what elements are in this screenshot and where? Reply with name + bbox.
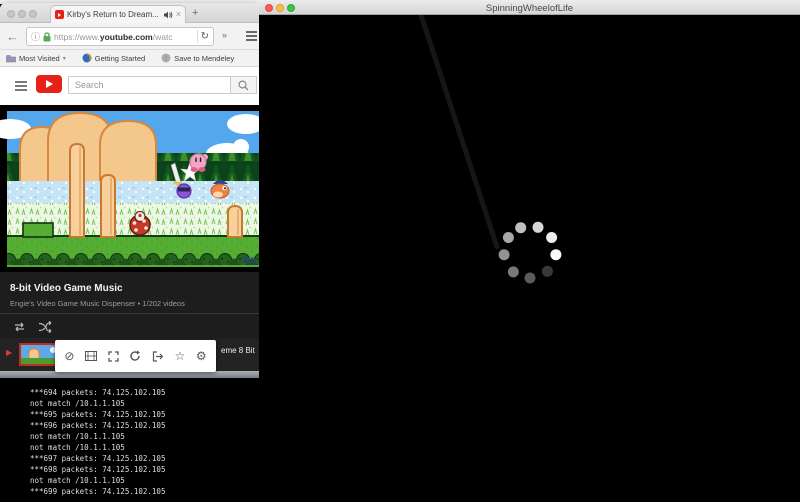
spinner-dot: [508, 266, 519, 277]
window-bottom-edge: [0, 371, 259, 378]
playlist-title: 8-bit Video Game Music: [10, 283, 123, 294]
star-icon[interactable]: ☆: [175, 350, 186, 362]
terminal-line: ***696 packets: 74.125.102.105: [30, 420, 259, 431]
spinner-dot: [533, 222, 544, 233]
playlist-subtitle: Engie's Video Game Music Dispenser • 1/2…: [10, 299, 185, 308]
terminal-line: not match /10.1.1.105: [30, 442, 259, 453]
spinner-dot: [525, 273, 536, 284]
film-icon[interactable]: [85, 351, 97, 361]
divider: [0, 313, 259, 314]
globe-icon: [161, 53, 171, 63]
spinning-wheel-window: SpinningWheelofLife: [259, 0, 800, 502]
zoom-window-button[interactable]: [29, 10, 37, 18]
new-tab-button[interactable]: +: [192, 7, 198, 19]
spinner-dot: [542, 266, 553, 277]
spinner-dot: [503, 232, 514, 243]
search-button[interactable]: [230, 76, 257, 94]
bookmarks-bar: Most Visited ▾ Getting Started Save to M…: [0, 50, 259, 67]
url-path: /watc: [153, 32, 173, 42]
back-button-icon[interactable]: ←: [6, 29, 19, 44]
export-icon[interactable]: [152, 351, 164, 362]
spinning-window-canvas: [259, 15, 800, 502]
chevron-down-icon: ▾: [63, 55, 66, 62]
bookmark-save-to-mendeley[interactable]: Save to Mendeley: [161, 53, 234, 63]
youtube-logo[interactable]: [36, 75, 62, 93]
firefox-icon: [82, 53, 92, 63]
video-overlay-toolbar: ⊘ ☆ ⚙: [55, 340, 216, 372]
firefox-menu-icon[interactable]: [246, 31, 257, 43]
terminal-line: ***695 packets: 74.125.102.105: [30, 409, 259, 420]
spinner-dot: [499, 249, 510, 260]
fullscreen-icon[interactable]: [108, 351, 119, 362]
overflow-chevron-icon[interactable]: »: [222, 30, 227, 40]
settings-gears-icon[interactable]: ⚙: [196, 350, 207, 362]
url-domain: youtube.com: [100, 32, 153, 42]
tab-title: Kirby's Return to Dream...: [67, 10, 161, 19]
desktop: ***694 packets: 74.125.102.105not match …: [0, 0, 800, 502]
youtube-header: [0, 67, 259, 105]
video-info-panel: 8-bit Video Game Music Engie's Video Gam…: [0, 272, 259, 371]
now-playing-icon: ▶: [6, 348, 12, 357]
reload-icon[interactable]: ↻: [201, 31, 209, 42]
loop-icon[interactable]: [12, 320, 27, 338]
https-lock-icon[interactable]: [43, 32, 51, 42]
block-icon[interactable]: ⊘: [64, 350, 74, 362]
terminal-line: ***698 packets: 74.125.102.105: [30, 464, 259, 475]
spinner-dot: [515, 222, 526, 233]
url-divider: [197, 30, 198, 43]
page-info-icon[interactable]: ⓘ: [31, 30, 40, 43]
spinner-dot: [546, 232, 557, 243]
terminal-line: not match /10.1.1.105: [30, 475, 259, 486]
terminal-line: not match /10.1.1.105: [30, 398, 259, 409]
search-input[interactable]: [68, 76, 230, 94]
kirby-sprite: [190, 154, 208, 172]
youtube-favicon-icon: [55, 10, 64, 19]
spinning-window-titlebar[interactable]: SpinningWheelofLife: [259, 0, 800, 15]
firefox-nav-bar: ← ⓘ https://www.youtube.com/watc ↻ »: [0, 23, 259, 50]
window-title: SpinningWheelofLife: [259, 3, 800, 14]
bookmark-most-visited[interactable]: Most Visited ▾: [6, 54, 66, 63]
search-icon: [238, 80, 249, 91]
shuffle-icon[interactable]: [38, 320, 53, 338]
terminal-line: ***699 packets: 74.125.102.105: [30, 486, 259, 497]
playlist-item-title: eme 8 Bit: [221, 346, 255, 355]
firefox-window: Kirby's Return to Dream... × + ← ⓘ https…: [0, 3, 259, 378]
minimize-window-button[interactable]: [18, 10, 26, 18]
terminal-line: ***697 packets: 74.125.102.105: [30, 453, 259, 464]
bookmark-label: Save to Mendeley: [174, 54, 234, 63]
bookmark-getting-started[interactable]: Getting Started: [82, 53, 145, 63]
terminal-line: ***694 packets: 74.125.102.105: [30, 387, 259, 398]
browser-tab[interactable]: Kirby's Return to Dream... ×: [50, 5, 186, 23]
url-text[interactable]: https://www.youtube.com/watc: [54, 32, 194, 42]
game-hud-text: BUL: [243, 256, 258, 265]
folder-icon: [6, 54, 16, 63]
terminal-line: not match /10.1.1.105: [30, 431, 259, 442]
url-bar[interactable]: ⓘ https://www.youtube.com/watc ↻: [26, 27, 214, 46]
firefox-tab-bar: Kirby's Return to Dream... × +: [0, 3, 259, 23]
youtube-menu-icon[interactable]: [15, 81, 27, 93]
game-scene: BUL: [0, 105, 259, 272]
tab-close-icon[interactable]: ×: [176, 10, 181, 19]
bookmark-label: Most Visited: [19, 54, 60, 63]
spinner-dot: [550, 249, 561, 260]
video-player[interactable]: BUL: [0, 105, 259, 272]
bookmark-label: Getting Started: [95, 54, 145, 63]
terminal-output: ***694 packets: 74.125.102.105not match …: [0, 378, 259, 497]
refresh-icon[interactable]: [129, 350, 141, 362]
terminal-window[interactable]: ***694 packets: 74.125.102.105not match …: [0, 378, 259, 502]
tab-audio-speaker-icon[interactable]: [164, 11, 173, 19]
close-window-button[interactable]: [7, 10, 15, 18]
url-prefix: https://www.: [54, 32, 100, 42]
